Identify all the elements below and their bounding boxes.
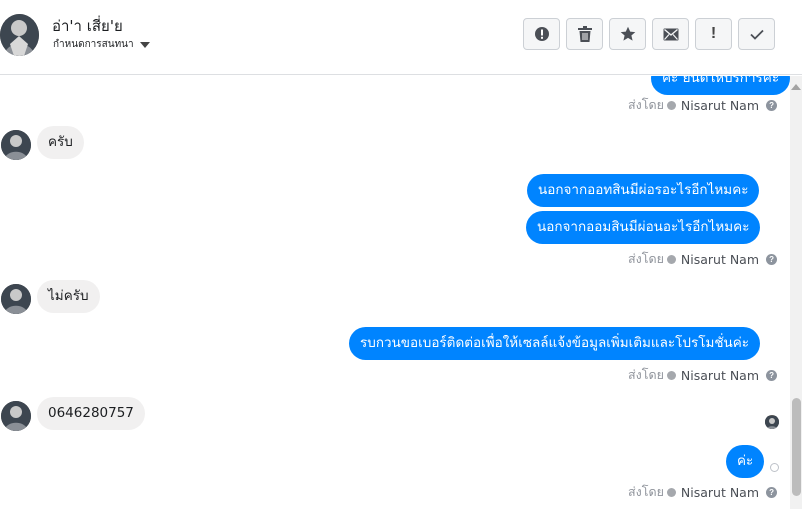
sender-name[interactable]: Nisarut Nam [681,368,759,383]
sent-by-row: ส่งโดย Nisarut Nam ? [628,95,778,115]
sent-by-label: ส่งโดย [628,367,664,382]
verified-check-icon [666,370,676,380]
conversation-options-dropdown[interactable]: กำหนดการสนทนา [53,37,150,52]
delivered-status-icon [770,463,779,472]
done-button[interactable] [738,18,775,50]
message-bubble-incoming[interactable]: ไม่ครับ [37,280,100,313]
conversation-header: อ่า'า เสี่ย'ย กำหนดการสนทนา ! [0,0,802,75]
scrollbar-thumb[interactable] [792,398,801,496]
sent-by-row: ส่งโดย Nisarut Nam ? [628,249,778,269]
sent-by-label: ส่งโดย [628,484,664,499]
delete-button[interactable] [566,18,603,50]
exclamation-icon: ! [710,25,717,42]
contact-avatar-small[interactable] [1,130,31,160]
help-icon[interactable]: ? [766,369,778,381]
contact-name[interactable]: อ่า'า เสี่ย'ย [52,14,123,38]
scroll-up-arrow-icon[interactable] [791,84,801,90]
message-bubble-incoming[interactable]: 0646280757 [37,397,145,430]
trash-icon [577,26,592,42]
sent-by-row: ส่งโดย Nisarut Nam ? [628,482,778,502]
priority-button[interactable]: ! [695,18,732,50]
seen-by-avatar [765,415,779,429]
message-bubble-outgoing[interactable]: ค่ะ ยินดีให้บริการค่ะ [651,76,790,95]
verified-check-icon [666,487,676,497]
message-bubble-outgoing[interactable]: นอกจากออทสินมีผ่อรอะไรอีกไหมคะ [527,174,760,207]
message-bubble-outgoing[interactable]: ค่ะ [726,445,765,478]
check-icon [749,29,764,40]
conversation-options-label: กำหนดการสนทนา [53,39,134,50]
help-icon[interactable]: ? [766,253,778,265]
report-button[interactable] [523,18,560,50]
sent-by-label: ส่งโดย [628,97,664,112]
contact-avatar-small[interactable] [1,284,31,314]
verified-check-icon [666,100,676,110]
sender-name[interactable]: Nisarut Nam [681,252,759,267]
help-icon[interactable]: ? [766,99,778,111]
sender-name[interactable]: Nisarut Nam [681,485,759,500]
help-icon[interactable]: ? [766,486,778,498]
envelope-icon [663,28,678,40]
star-icon [620,26,635,41]
sender-name[interactable]: Nisarut Nam [681,98,759,113]
message-bubble-outgoing[interactable]: รบกวนขอเบอร์ติดต่อเพื่อให้เซลล์แจ้งข้อมู… [349,327,761,360]
caret-down-icon [139,41,150,48]
conversation-toolbar: ! [523,18,775,50]
message-bubble-outgoing[interactable]: นอกจากออมสินมีผ่อนอะไรอีกไหมคะ [526,211,761,244]
exclamation-circle-icon [534,27,549,41]
star-button[interactable] [609,18,646,50]
verified-check-icon [666,254,676,264]
message-bubble-incoming[interactable]: ครับ [37,126,84,159]
message-thread: ค่ะ ยินดีให้บริการค่ะ [0,76,790,509]
sent-by-row: ส่งโดย Nisarut Nam ? [628,365,778,385]
sent-by-label: ส่งโดย [628,251,664,266]
mark-unread-button[interactable] [652,18,689,50]
contact-avatar-small[interactable] [1,401,31,431]
contact-avatar[interactable] [0,14,39,56]
